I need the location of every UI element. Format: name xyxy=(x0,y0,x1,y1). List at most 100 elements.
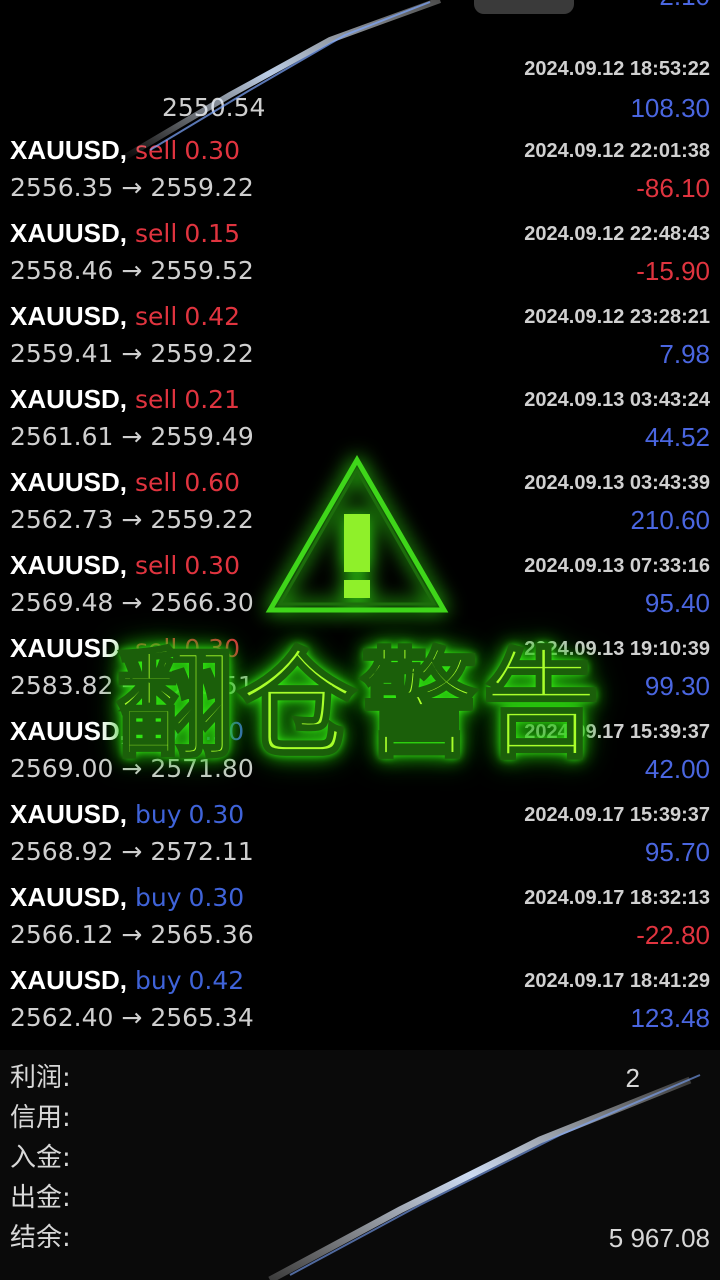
trade-row[interactable]: XAUUSD, sell 0.15 2024.09.12 22:48:43 2558.4… xyxy=(0,215,720,298)
trade-symbol: XAUUSD, xyxy=(10,218,128,248)
arrow-icon: → xyxy=(121,256,143,285)
trade-time: 2024.09.13 03:43:39 xyxy=(524,472,710,494)
trade-profit: -15.90 xyxy=(636,256,710,286)
trade-close-price: 2566.30 xyxy=(150,588,254,617)
trade-open-price: 2559.41 xyxy=(10,339,114,368)
trade-header: XAUUSD, sell 0.60 xyxy=(10,464,240,500)
trade-volume: 0.30 xyxy=(188,883,245,912)
trade-close-price: 2550.54 xyxy=(162,93,266,122)
trade-volume: 0.60 xyxy=(184,468,240,497)
balance-label: 结余: xyxy=(10,1223,71,1253)
trade-header: XAUUSD, sell 0.21 xyxy=(10,381,240,417)
trade-volume: 0.30 xyxy=(184,551,240,580)
trade-symbol: XAUUSD, xyxy=(10,467,128,497)
trade-row[interactable]: XAUUSD, buy 0.30 2024.09.17 15:39:37 2568.92… xyxy=(0,796,720,879)
trade-symbol: XAUUSD, xyxy=(10,965,128,995)
trade-profit: -22.80 xyxy=(636,920,710,950)
arrow-icon: → xyxy=(121,422,143,451)
trade-volume: 0.42 xyxy=(184,302,240,331)
trade-volume: 0.30 xyxy=(188,717,245,746)
deposit-label: 入金: xyxy=(10,1143,71,1173)
trade-side: sell xyxy=(135,136,178,165)
trade-profit: 95.40 xyxy=(644,588,710,618)
trade-time: 2024.09.17 15:39:37 xyxy=(524,804,710,826)
trade-side: sell xyxy=(135,634,178,663)
trade-header: XAUUSD, sell 0.42 xyxy=(10,298,240,334)
arrow-icon: → xyxy=(121,1003,143,1032)
trade-time: 2024.09.13 07:33:16 xyxy=(524,555,710,577)
trade-header: XAUUSD, buy 0.30 xyxy=(10,796,244,832)
summary-withdraw-row: 出金: xyxy=(0,1178,720,1218)
trade-close-price: 2572.11 xyxy=(150,837,254,866)
trade-side: sell xyxy=(135,551,178,580)
balance-value: 5 967.08 xyxy=(608,1223,710,1253)
trade-volume: 0.30 xyxy=(184,634,240,663)
trade-symbol: XAUUSD, xyxy=(10,135,128,165)
trade-open-price: 2566.12 xyxy=(10,920,114,949)
trade-prices: 2562.73 → 2559.22 xyxy=(10,502,254,538)
credit-label: 信用: xyxy=(10,1103,71,1133)
trade-close-price: 2559.22 xyxy=(150,173,254,202)
trade-prices: 2569.00 → 2571.80 xyxy=(10,751,254,787)
trade-prices: 2583.82 → 2580.51 xyxy=(10,668,254,704)
arrow-icon: → xyxy=(121,920,143,949)
arrow-icon: → xyxy=(121,837,143,866)
trade-profit: -86.10 xyxy=(636,173,710,203)
trade-open-price: 2562.40 xyxy=(10,1003,114,1032)
trade-prices: 2556.35 → 2559.22 xyxy=(10,170,254,206)
trade-prices: 2561.61 → 2559.49 xyxy=(10,419,254,455)
trade-row[interactable]: XAUUSD, buy 0.30 2024.09.17 18:32:13 2566.12… xyxy=(0,879,720,962)
trade-profit: 7.98 xyxy=(659,339,710,369)
profit-label: 利润: xyxy=(10,1063,71,1093)
trade-profit: 210.60 xyxy=(630,505,710,535)
trade-row[interactable]: XAUUSD, sell 0.42 2024.09.12 23:28:21 2559.4… xyxy=(0,298,720,381)
summary-credit-row: 信用: xyxy=(0,1098,720,1138)
trade-profit: 95.70 xyxy=(644,837,710,867)
trade-row[interactable]: XAUUSD, buy 0.42 2024.09.17 18:41:29 2562.40… xyxy=(0,962,720,1045)
trade-volume: 0.30 xyxy=(184,136,240,165)
trade-volume: 0.42 xyxy=(188,966,245,995)
trade-open-price: 2556.35 xyxy=(10,173,114,202)
trade-symbol: XAUUSD, xyxy=(10,550,128,580)
trade-close-price: 2559.52 xyxy=(150,256,254,285)
trade-symbol: XAUUSD, xyxy=(10,799,128,829)
trade-side: buy xyxy=(135,800,182,829)
trade-row[interactable]: XAUUSD, sell 0.30 2024.09.13 07:33:16 2569.4… xyxy=(0,547,720,630)
trade-profit: 42.00 xyxy=(644,754,710,784)
trade-header: XAUUSD, buy 0.30 xyxy=(10,879,244,915)
trade-time: 2024.09.13 19:10:39 xyxy=(524,638,710,660)
trade-open-price: 2583.82 xyxy=(10,671,114,700)
trade-row[interactable]: XAUUSD, sell 0.30 2024.09.12 22:01:38 2556.3… xyxy=(0,132,720,215)
trade-time: 2024.09.12 22:48:43 xyxy=(524,223,710,245)
trade-time: 2024.09.12 23:28:21 xyxy=(524,306,710,328)
trade-row[interactable]: XAUUSD, sell 0.60 2024.09.13 03:43:39 2562.7… xyxy=(0,464,720,547)
partial-profit-cut: 2.10 xyxy=(659,0,710,14)
trade-symbol: XAUUSD, xyxy=(10,716,128,746)
trade-row[interactable]: XAUUSD, sell 0.30 2024.09.13 19:10:39 2583.8… xyxy=(0,630,720,713)
trade-row[interactable]: XAUUSD, sell 0.21 2024.09.13 03:43:24 2561.6… xyxy=(0,381,720,464)
trade-side: buy xyxy=(135,966,182,995)
trade-open-price: 2568.92 xyxy=(10,837,114,866)
trade-time: 2024.09.12 18:53:22 xyxy=(524,58,710,80)
trade-symbol: XAUUSD, xyxy=(10,301,128,331)
summary-profit-row: 利润: 2 xyxy=(0,1058,720,1098)
trade-close-price: 2559.22 xyxy=(150,339,254,368)
trade-prices: 2559.41 → 2559.22 xyxy=(10,336,254,372)
trade-time: 2024.09.17 18:32:13 xyxy=(524,887,710,909)
trade-prices: 2562.40 → 2565.34 xyxy=(10,1000,254,1036)
trade-side: sell xyxy=(135,385,178,414)
trade-side: sell xyxy=(135,468,178,497)
trade-time: 2024.09.12 22:01:38 xyxy=(524,140,710,162)
trade-row[interactable]: XAUUSD, buy 0.30 2024.09.17 15:39:37 2569.00… xyxy=(0,713,720,796)
trade-time: 2024.09.17 18:41:29 xyxy=(524,970,710,992)
trade-open-price: 2561.61 xyxy=(10,422,114,451)
trade-open-price: 2569.00 xyxy=(10,754,114,783)
trade-prices: 2566.12 → 2565.36 xyxy=(10,917,254,953)
trade-open-price: 2558.46 xyxy=(10,256,114,285)
trade-open-price: 2569.48 xyxy=(10,588,114,617)
trade-header: XAUUSD, sell 0.30 xyxy=(10,547,240,583)
trade-symbol: XAUUSD, xyxy=(10,633,128,663)
trade-time: 2024.09.13 03:43:24 xyxy=(524,389,710,411)
trade-time: 2024.09.17 15:39:37 xyxy=(524,721,710,743)
top-partial-row[interactable]: 2.10 2024.09.12 18:53:22 2550.54 108.30 xyxy=(0,0,720,126)
